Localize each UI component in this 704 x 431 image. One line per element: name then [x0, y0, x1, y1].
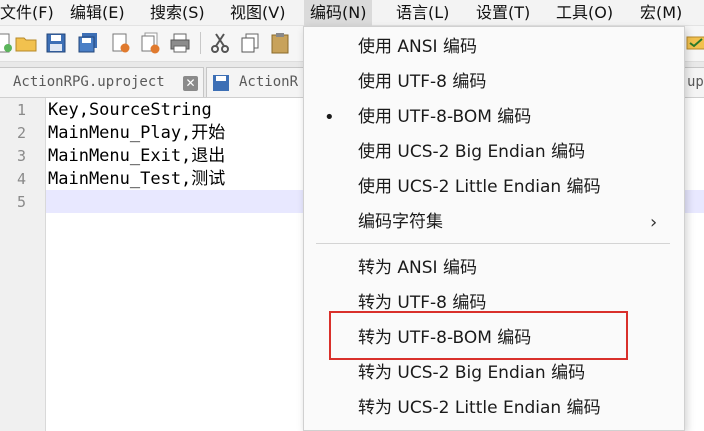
- highlight-annotation-box: [329, 311, 628, 360]
- toolbar-separator: [200, 32, 201, 54]
- line-number: 1: [16, 101, 26, 119]
- menu-macro[interactable]: 宏(M): [634, 0, 688, 26]
- code-line[interactable]: MainMenu_Test,测试: [48, 168, 225, 191]
- paste-icon[interactable]: [268, 31, 292, 55]
- line-number-gutter: 1 2 3 4 5: [0, 98, 46, 431]
- line-number: 2: [16, 124, 26, 142]
- chevron-right-icon: ›: [650, 212, 658, 233]
- menu-item-use-ucs2-be[interactable]: 使用 UCS-2 Big Endian 编码: [304, 135, 684, 170]
- menu-item-convert-ansi[interactable]: 转为 ANSI 编码: [304, 251, 684, 286]
- menu-settings[interactable]: 设置(T): [470, 0, 536, 26]
- code-line[interactable]: MainMenu_Play,开始: [48, 122, 225, 145]
- close-file-icon[interactable]: [108, 31, 132, 55]
- code-line[interactable]: MainMenu_Exit,退出: [48, 145, 225, 168]
- save-icon[interactable]: [44, 31, 68, 55]
- menu-item-use-ansi[interactable]: 使用 ANSI 编码: [304, 30, 684, 65]
- menu-edit[interactable]: 编辑(E): [64, 0, 131, 26]
- code-line[interactable]: Key,SourceString: [48, 99, 212, 122]
- menu-bar: 文件(F) 编辑(E) 搜索(S) 视图(V) 编码(N) 语言(L) 设置(T…: [0, 0, 704, 26]
- encoding-dropdown-menu: 使用 ANSI 编码 使用 UTF-8 编码 • 使用 UTF-8-BOM 编码…: [303, 26, 685, 431]
- line-number: 3: [16, 147, 26, 165]
- menu-view[interactable]: 视图(V): [224, 0, 291, 26]
- tab-close-icon[interactable]: ✕: [183, 76, 198, 91]
- checked-bullet-icon: •: [324, 107, 335, 128]
- new-file-icon[interactable]: [0, 31, 14, 55]
- save-disk-icon: [213, 75, 229, 91]
- cut-icon[interactable]: [208, 31, 232, 55]
- menu-encoding[interactable]: 编码(N): [304, 0, 373, 26]
- menu-search[interactable]: 搜索(S): [144, 0, 211, 26]
- menu-tools[interactable]: 工具(O): [550, 0, 619, 26]
- save-all-icon[interactable]: [76, 31, 100, 55]
- print-icon[interactable]: [168, 31, 192, 55]
- toolbar-overflow-icon[interactable]: [684, 31, 704, 55]
- close-all-icon[interactable]: [138, 31, 162, 55]
- copy-icon[interactable]: [238, 31, 262, 55]
- menu-language[interactable]: 语言(L): [390, 0, 455, 26]
- menu-item-convert-ucs2-be[interactable]: 转为 UCS-2 Big Endian 编码: [304, 356, 684, 391]
- tab-actionr[interactable]: ActionR: [206, 67, 316, 97]
- tab-label: ActionR: [239, 74, 299, 90]
- line-number: 4: [16, 170, 26, 188]
- menu-separator: [316, 243, 670, 244]
- open-file-icon[interactable]: [14, 31, 38, 55]
- menu-item-use-utf8[interactable]: 使用 UTF-8 编码: [304, 65, 684, 100]
- menu-item-convert-ucs2-le[interactable]: 转为 UCS-2 Little Endian 编码: [304, 391, 684, 426]
- tab-label: up: [687, 74, 704, 90]
- tab-label: ActionRPG.uproject: [13, 74, 165, 90]
- menu-file[interactable]: 文件(F): [0, 0, 60, 26]
- menu-item-charset[interactable]: 编码字符集 ›: [304, 205, 684, 240]
- line-number: 5: [16, 193, 26, 211]
- menu-item-use-utf8-bom[interactable]: • 使用 UTF-8-BOM 编码: [304, 100, 684, 135]
- menu-item-use-ucs2-le[interactable]: 使用 UCS-2 Little Endian 编码: [304, 170, 684, 205]
- tab-actionrpg-uproject[interactable]: ActionRPG.uproject ✕: [0, 67, 204, 97]
